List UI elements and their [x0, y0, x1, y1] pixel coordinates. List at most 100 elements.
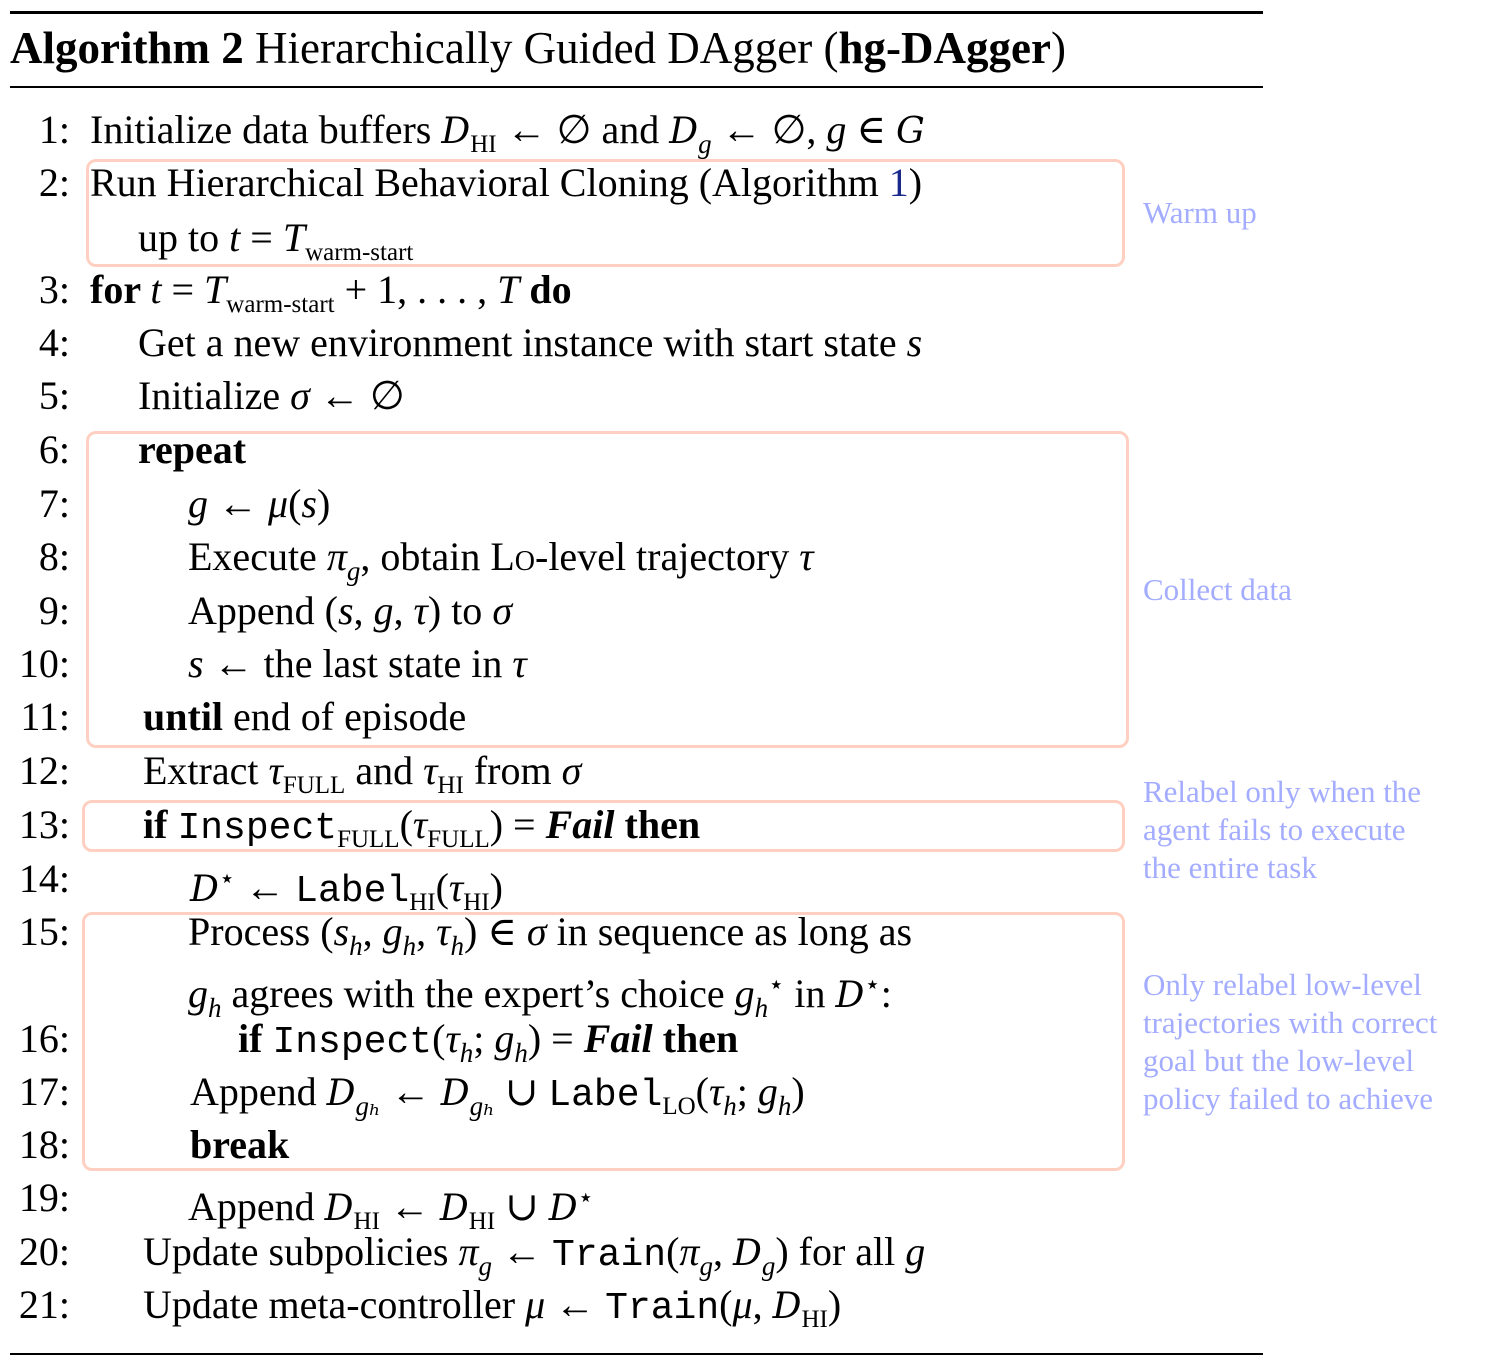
line-segment: σ: [492, 588, 513, 633]
line-segment: ⋆: [218, 864, 236, 893]
line-segment: τ: [413, 588, 428, 633]
line-segment: ) for all: [775, 1229, 906, 1274]
line-segment: ,: [752, 1282, 773, 1327]
line-segment: T: [497, 267, 520, 312]
line-segment: σ: [526, 909, 547, 954]
line-number: 1:: [38, 107, 70, 152]
line-number: 16:: [18, 1016, 70, 1061]
line-segment: D: [548, 1188, 578, 1229]
line-segment: s: [301, 481, 317, 526]
line-number: 2:: [38, 160, 70, 205]
line-segment: ) =: [527, 1016, 584, 1061]
algorithm-ref-link[interactable]: 1: [889, 160, 909, 205]
line-segment: ← ∅ and: [496, 107, 670, 152]
algorithm-label: Algorithm 2: [10, 23, 244, 73]
line-segment: (: [399, 802, 413, 847]
line-segment: ∪: [494, 1069, 549, 1114]
line-segment: then: [614, 802, 701, 847]
line-segment: ): [827, 1282, 842, 1327]
line-segment: and: [345, 748, 424, 793]
line-number: 9:: [38, 588, 70, 633]
line-segment: π: [458, 1229, 479, 1274]
line-segment: h: [450, 931, 464, 961]
line-text: Run Hierarchical Behavioral Cloning (Alg…: [90, 156, 922, 210]
line-number: 3:: [38, 267, 70, 312]
line-segment: h: [754, 993, 769, 1023]
line-segment: τ: [512, 641, 527, 686]
algorithm-name: Hierarchically Guided DAgger (: [243, 23, 839, 73]
line-segment: D: [441, 111, 471, 152]
line-segment: from: [463, 748, 562, 793]
line-segment: h: [402, 931, 417, 961]
line-segment: in sequence as long as: [546, 909, 913, 954]
title-close-paren: ): [1050, 23, 1066, 73]
line-segment: ): [908, 160, 923, 205]
line-segment: ,: [353, 588, 374, 633]
line-segment: if: [143, 802, 178, 847]
line-segment: t: [150, 267, 162, 312]
line-text: repeat: [138, 423, 246, 477]
line-segment: Update meta-controller: [143, 1282, 526, 1327]
line-segment: g: [826, 107, 847, 152]
line-segment: Initialize: [138, 373, 291, 418]
line-number: 12:: [18, 748, 70, 793]
line-segment: D: [835, 975, 865, 1016]
annotation-warm-up: Warm up: [1143, 194, 1257, 232]
line-segment: up to: [138, 215, 230, 260]
line-segment: g: [478, 1251, 493, 1281]
line-segment: Fail: [583, 1016, 653, 1061]
line-segment: Train: [552, 1234, 667, 1277]
bottom-rule: [10, 1353, 1263, 1355]
line-segment: Get a new environment instance with star…: [138, 320, 907, 365]
line-segment: μ: [732, 1282, 753, 1327]
line-segment: g: [699, 1251, 713, 1281]
line-segment: D: [326, 1073, 356, 1114]
line-segment: if: [238, 1016, 273, 1061]
line-text: s ← the last state in τ: [188, 637, 527, 691]
annotation-line: Collect data: [1143, 572, 1292, 607]
line-text: Update meta-controller μ ← Train(μ, DHI): [143, 1278, 841, 1347]
line-segment: g: [188, 481, 208, 526]
line-segment: ⋆: [768, 970, 785, 999]
line-number: 6:: [38, 427, 70, 472]
line-segment: HI: [470, 131, 497, 158]
line-text: Get a new environment instance with star…: [138, 316, 922, 370]
line-segment: ←: [492, 1229, 553, 1274]
line-segment: s: [337, 588, 354, 633]
line-number: 5:: [38, 373, 70, 418]
line-segment: ) =: [489, 802, 546, 847]
line-segment: ←: [208, 481, 268, 526]
line-number: 4:: [38, 320, 70, 365]
line-segment: ) ∈: [463, 909, 527, 954]
line-segment: τ: [448, 865, 464, 910]
line-segment: h: [514, 1038, 528, 1068]
line-text: until end of episode: [143, 690, 466, 744]
line-segment: ←: [545, 1282, 606, 1327]
annotation-line: Warm up: [1143, 195, 1257, 230]
annotation-only-relabel: Only relabel low-level trajectories with…: [1143, 966, 1437, 1118]
line-segment: ← ∅,: [711, 107, 827, 152]
line-segment: h: [459, 1038, 474, 1068]
line-segment: Fail: [545, 802, 615, 847]
line-number: 19:: [18, 1175, 70, 1220]
line-segment: ⋆: [864, 970, 881, 999]
line-segment: =: [240, 215, 283, 260]
line-segment: τ: [423, 748, 438, 793]
line-segment: FULL: [282, 772, 346, 799]
line-segment: agrees with the expert’s choice: [221, 971, 735, 1016]
line-segment: ∪: [495, 1184, 549, 1229]
line-segment: h: [723, 1091, 737, 1121]
line-segment: FULL: [427, 826, 490, 853]
line-segment: Inspect: [272, 1021, 433, 1064]
line-segment: h: [208, 993, 222, 1023]
line-number: 8:: [38, 534, 70, 579]
line-segment: ←: [235, 865, 296, 910]
line-number: 13:: [18, 802, 70, 847]
line-segment: ;: [473, 1016, 495, 1061]
line-segment: Process (: [188, 909, 334, 954]
line-segment: break: [190, 1122, 290, 1167]
line-segment: ←: [379, 1184, 440, 1229]
line-segment: Append: [188, 1184, 325, 1229]
line-segment: D: [324, 1188, 354, 1229]
line-text: Append (s, g, τ) to σ: [188, 584, 512, 638]
